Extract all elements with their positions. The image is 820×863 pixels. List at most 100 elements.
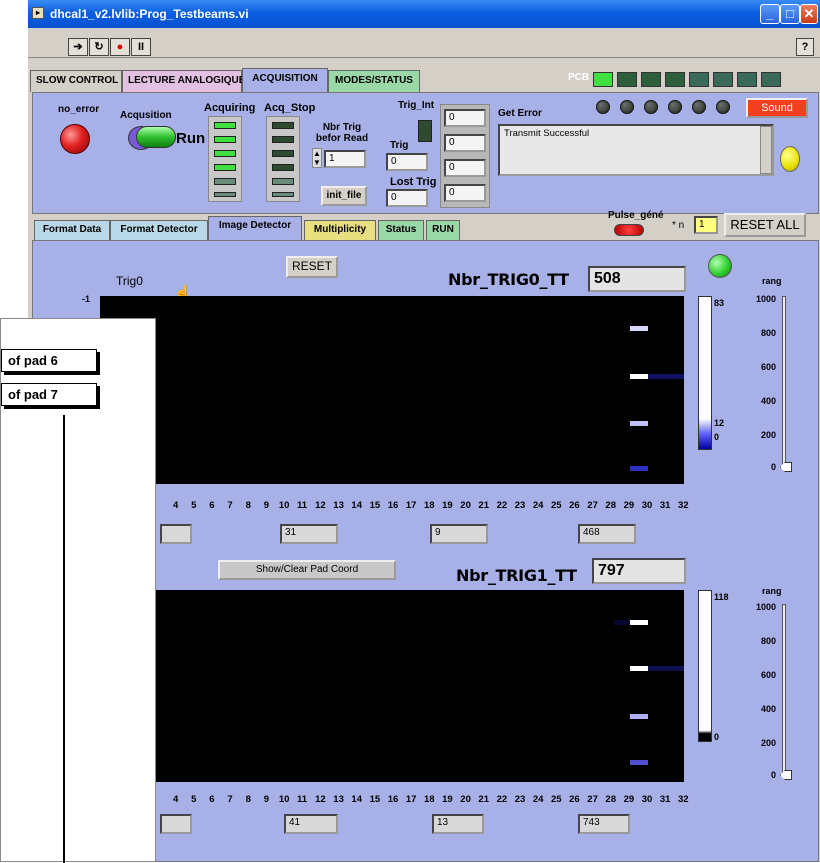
x-tick: 14 <box>351 500 362 511</box>
pcb-led-2 <box>617 72 637 87</box>
scale0-max: 83 <box>714 298 725 308</box>
x-tick: 9 <box>263 794 269 805</box>
help-button[interactable]: ? <box>796 38 814 56</box>
rang0-tick: 200 <box>760 430 776 440</box>
pcb-led-8 <box>761 72 781 87</box>
x-tick: 25 <box>551 794 562 805</box>
x-tick: 22 <box>496 794 508 805</box>
x-tick: 8 <box>245 794 251 805</box>
get-error-text: Transmit Successful <box>498 124 774 176</box>
pcb-led-1 <box>593 72 613 87</box>
scale0-mid: 12 <box>714 418 725 428</box>
x-tick: 23 <box>514 794 526 805</box>
n-label: * n <box>672 220 685 231</box>
sound-button[interactable]: Sound <box>746 98 808 118</box>
trig0-heatmap <box>100 296 684 484</box>
tab-acquisition[interactable]: ACQUISITION <box>242 68 328 92</box>
x-tick: 13 <box>333 794 344 805</box>
minimize-button[interactable]: _ <box>760 4 780 24</box>
counter-0: 0 <box>444 109 486 127</box>
close-button[interactable]: ✕ <box>800 4 818 24</box>
pulse-gene-toggle[interactable] <box>614 224 644 236</box>
rang1-tick: 800 <box>760 636 776 646</box>
no-error-label: no_error <box>58 104 100 115</box>
x-tick: 19 <box>442 500 453 511</box>
x-tick: 32 <box>678 500 689 511</box>
init-file-button[interactable]: init_file <box>321 186 367 206</box>
x-tick: 19 <box>442 794 453 805</box>
acquisition-label: Acqusition <box>120 110 172 121</box>
y-tick: -1 <box>82 294 91 304</box>
status-led-4 <box>668 100 682 114</box>
x-tick: 21 <box>478 500 489 511</box>
tab-format-data[interactable]: Format Data <box>34 220 110 240</box>
x-tick: 28 <box>605 794 616 805</box>
acq-stop-led <box>272 164 294 171</box>
trig-value: 0 <box>386 153 428 171</box>
tab-image-detector[interactable]: Image Detector <box>208 216 302 240</box>
abort-button[interactable]: ● <box>110 38 130 56</box>
x-tick: 24 <box>532 794 544 805</box>
status-led-3 <box>644 100 658 114</box>
run-toggle[interactable] <box>128 124 180 150</box>
tab-modes-status[interactable]: MODES/STATUS <box>328 70 420 92</box>
lost-trig-value: 0 <box>386 189 428 207</box>
title-bar: ▸ dhcal1_v2.lvlib:Prog_Testbeams.vi _ □ … <box>28 0 820 28</box>
tab-multiplicity[interactable]: Multiplicity <box>304 220 376 240</box>
pause-button[interactable]: II <box>131 38 151 56</box>
sound-led <box>780 146 800 172</box>
pcb-led-3 <box>641 72 661 87</box>
x-tick: 18 <box>424 794 435 805</box>
acq-stop-led <box>272 136 294 143</box>
window-title: dhcal1_v2.lvlib:Prog_Testbeams.vi <box>50 7 249 21</box>
trig1-title: Nbr_TRIG1_TT <box>456 566 577 585</box>
trig0-colorscale <box>698 296 712 450</box>
x-tick: 11 <box>297 794 308 805</box>
trig-int-led <box>418 120 432 142</box>
pcb-label: PCB <box>568 72 590 83</box>
nbr-trig-input[interactable]: 1 <box>324 150 366 168</box>
x-tick: 24 <box>532 500 544 511</box>
tab-lecture-analogique[interactable]: LECTURE ANALOGIQUE <box>122 70 245 92</box>
x-tick: 20 <box>460 794 471 805</box>
reset-button[interactable]: RESET <box>286 256 338 278</box>
rang1-tick: 1000 <box>755 602 776 612</box>
tab-status[interactable]: Status <box>378 220 424 240</box>
pcb-led-5 <box>689 72 709 87</box>
trig1-colorscale <box>698 590 712 742</box>
tab-slow-control[interactable]: SLOW CONTROL <box>30 70 122 92</box>
rang0-slider[interactable] <box>782 296 786 468</box>
tab-format-detector[interactable]: Format Detector <box>110 220 208 240</box>
run-continuously-button[interactable]: ↻ <box>89 38 109 56</box>
show-clear-pad-coord-button[interactable]: Show/Clear Pad Coord <box>218 560 396 580</box>
rang0-tick: 600 <box>760 362 776 372</box>
acq-stop-led <box>272 192 294 197</box>
pad-7-item: of pad 7 <box>1 383 97 406</box>
status-led-2 <box>620 100 634 114</box>
run-button[interactable]: ➔ <box>68 38 88 56</box>
nbr-trig-spinner[interactable]: ▲ ▼ <box>312 148 322 168</box>
x-tick: 23 <box>514 500 526 511</box>
status-led-5 <box>692 100 706 114</box>
n-input[interactable]: 1 <box>694 216 718 234</box>
row1-value-0 <box>160 524 192 544</box>
reset-all-button[interactable]: RESET ALL <box>724 213 806 237</box>
rang1-tick: 600 <box>760 670 776 680</box>
rang1-slider[interactable] <box>782 604 786 776</box>
row1-value-2: 9 <box>430 524 488 544</box>
maximize-button[interactable]: □ <box>780 4 800 24</box>
trig1-value: 797 <box>592 558 686 584</box>
x-tick: 26 <box>569 500 580 511</box>
acquiring-led <box>214 150 236 157</box>
trig0-label: Trig0 <box>116 274 143 288</box>
acquiring-led <box>214 136 236 143</box>
rang0-tick: 800 <box>760 328 776 338</box>
error-scrollbar[interactable] <box>760 126 772 174</box>
tab-run[interactable]: RUN <box>426 220 460 240</box>
rang1-tick: 400 <box>760 704 776 714</box>
x-tick: 5 <box>191 794 197 805</box>
run-label: Run <box>176 130 206 147</box>
x-tick: 15 <box>369 794 381 805</box>
acquiring-led <box>214 178 236 185</box>
scale1-min: 0 <box>714 732 720 742</box>
